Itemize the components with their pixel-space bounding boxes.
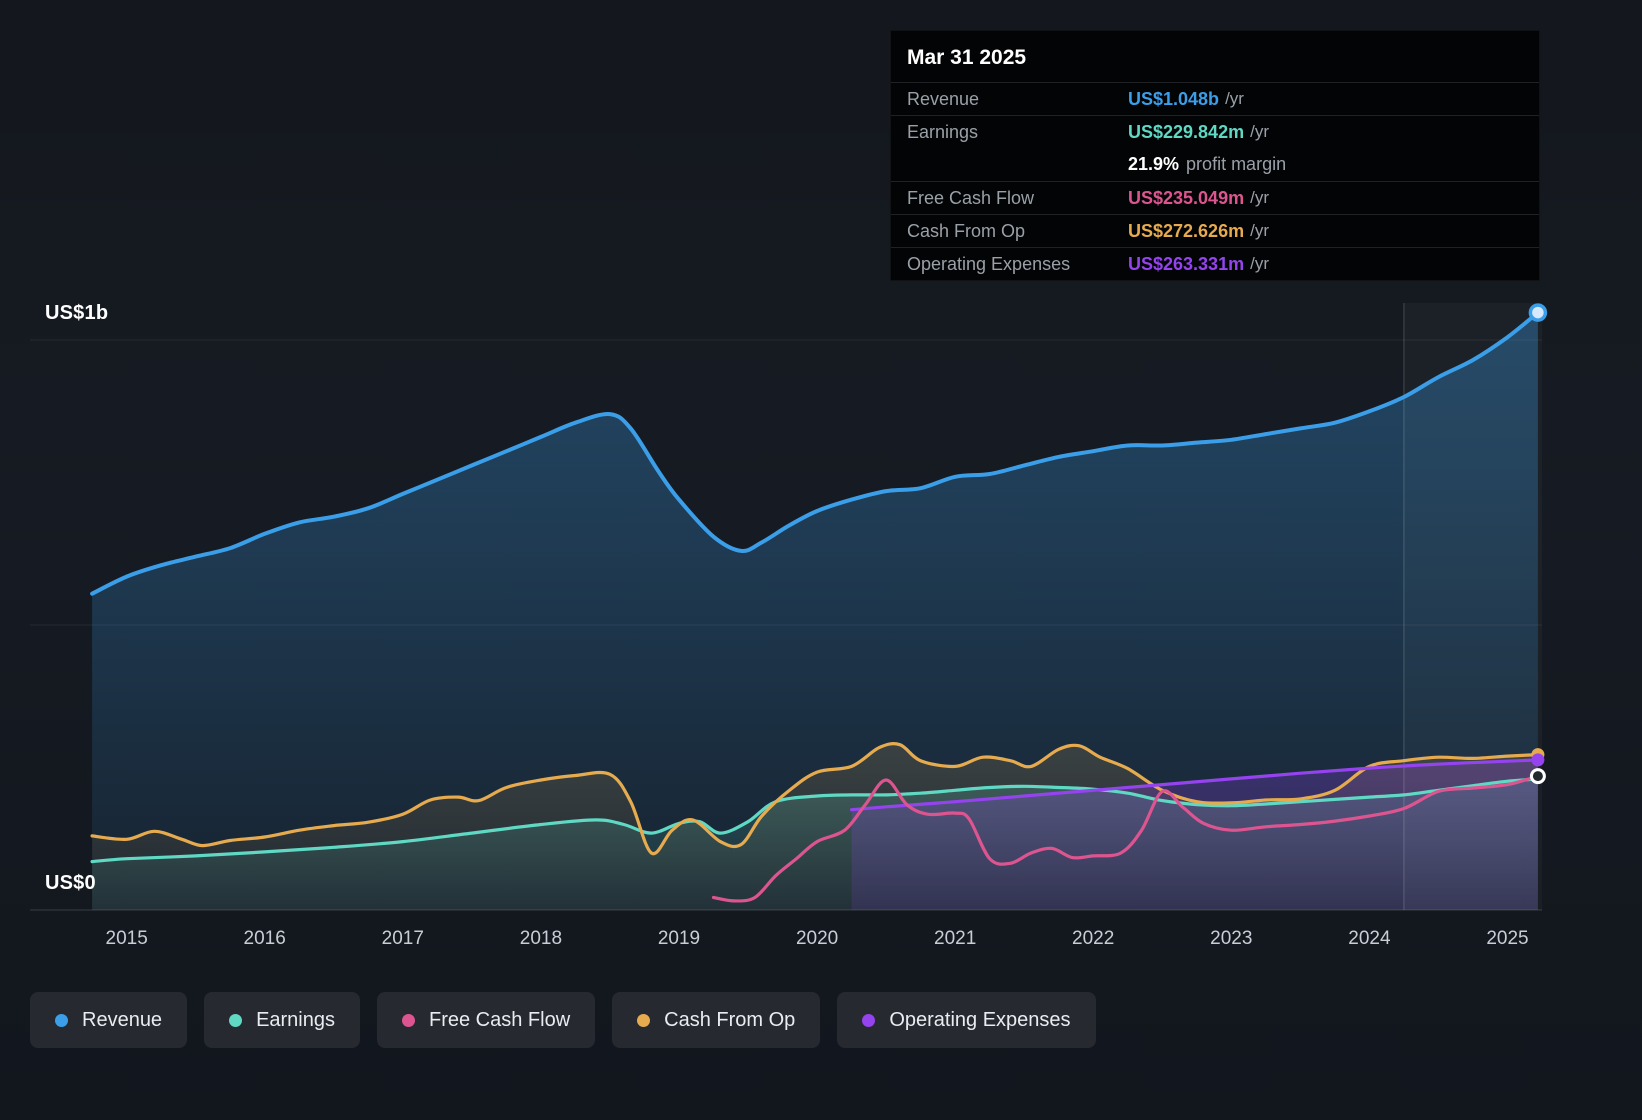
- tooltip-row-suffix: /yr: [1225, 89, 1244, 108]
- tooltip-row-profit-margin: 21.9% profit margin: [891, 148, 1539, 181]
- x-tick-2018: 2018: [519, 928, 563, 949]
- tooltip-row-suffix: /yr: [1250, 254, 1269, 273]
- tooltip-row-value: US$229.842m: [1128, 121, 1245, 142]
- earnings-legend-dot-icon: [229, 1013, 243, 1027]
- tooltip-row-value: US$263.331m: [1128, 253, 1245, 274]
- free-cash-flow-legend-dot-icon: [402, 1013, 415, 1027]
- financial-chart-page: { "tooltip": { "date": "Mar 31 2025", "r…: [0, 0, 1642, 1120]
- legend-item-label: Free Cash Flow: [429, 1008, 571, 1031]
- tooltip-row-label: Operating Expenses: [907, 253, 1071, 274]
- legend-item-operating-expenses[interactable]: Operating Expenses: [837, 992, 1096, 1048]
- free-cash-flow-end-marker: [1529, 768, 1546, 785]
- y-axis-label-top: US$1b: [45, 302, 109, 324]
- tooltip-row-suffix: /yr: [1250, 188, 1269, 207]
- x-tick-2016: 2016: [243, 928, 286, 949]
- operating-expenses-end-marker: [1531, 753, 1545, 767]
- x-tick-2017: 2017: [381, 928, 424, 949]
- legend-item-label: Earnings: [256, 1008, 335, 1031]
- tooltip-row-value: US$1.048b: [1128, 88, 1220, 109]
- legend-item-label: Revenue: [82, 1008, 163, 1031]
- legend-item-cash-from-op[interactable]: Cash From Op: [612, 992, 821, 1048]
- x-tick-2022: 2022: [1072, 928, 1115, 949]
- chart-legend: Revenue Earnings Free Cash Flow Cash From O…: [30, 992, 1096, 1048]
- tooltip-row-revenue: Revenue US$1.048b/yr: [891, 82, 1539, 115]
- tooltip-row-suffix: /yr: [1250, 122, 1269, 141]
- profit-margin-value: 21.9%: [1128, 154, 1180, 174]
- revenue-legend-dot-icon: [55, 1013, 68, 1027]
- x-tick-2025: 2025: [1486, 928, 1529, 949]
- legend-item-revenue[interactable]: Revenue: [30, 992, 188, 1048]
- tooltip-row-label: Cash From Op: [907, 220, 1026, 241]
- legend-item-label: Operating Expenses: [889, 1008, 1071, 1031]
- x-tick-2020: 2020: [795, 928, 839, 949]
- tooltip-row-label: Earnings: [907, 121, 979, 142]
- tooltip-row-earnings: Earnings US$229.842m/yr: [891, 115, 1539, 148]
- tooltip-row-suffix: /yr: [1250, 221, 1269, 240]
- y-axis-label-bottom: US$0: [45, 872, 96, 894]
- operating-expenses-legend-dot-icon: [862, 1013, 876, 1027]
- legend-item-label: Cash From Op: [664, 1008, 796, 1031]
- x-tick-2021: 2021: [934, 928, 977, 949]
- x-tick-2019: 2019: [657, 928, 701, 949]
- tooltip-row-label: Revenue: [907, 88, 980, 109]
- chart-tooltip: Mar 31 2025 Revenue US$1.048b/yr Earnings U…: [890, 30, 1540, 281]
- tooltip-rows: Revenue US$1.048b/yr Earnings US$229.842m/y…: [891, 82, 1539, 280]
- legend-item-earnings[interactable]: Earnings: [204, 992, 360, 1048]
- cash-from-op-legend-dot-icon: [637, 1013, 651, 1027]
- tooltip-row-value: US$235.049m: [1128, 187, 1245, 208]
- revenue-end-marker: [1528, 303, 1548, 322]
- profit-margin-text: profit margin: [1186, 154, 1287, 174]
- tooltip-row-operating-expenses: Operating Expenses US$263.331m/yr: [891, 247, 1539, 280]
- tooltip-row-value: US$272.626m: [1128, 220, 1245, 241]
- x-tick-2023: 2023: [1210, 928, 1253, 949]
- tooltip-date: Mar 31 2025: [907, 46, 1027, 69]
- tooltip-row-label: Free Cash Flow: [907, 187, 1035, 208]
- x-tick-2015: 2015: [105, 928, 148, 949]
- tooltip-row-free-cash-flow: Free Cash Flow US$235.049m/yr: [891, 181, 1539, 214]
- x-tick-2024: 2024: [1348, 928, 1391, 949]
- tooltip-row-cash-from-op: Cash From Op US$272.626m/yr: [891, 214, 1539, 247]
- legend-item-free-cash-flow[interactable]: Free Cash Flow: [377, 992, 596, 1048]
